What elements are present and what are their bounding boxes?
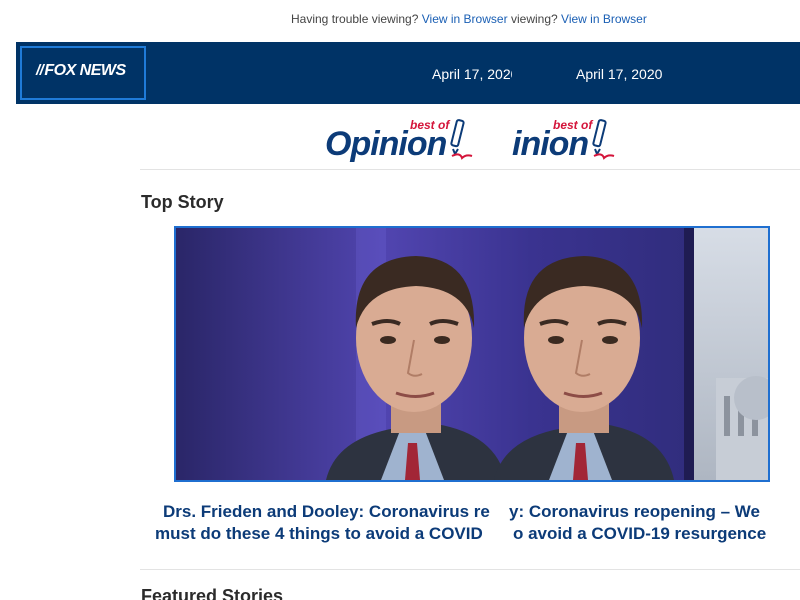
issue-date-duplicate: April 17, 2020 [576, 66, 663, 82]
top-story-headline-line2[interactable]: must do these 4 things to avoid a COVID … [140, 524, 800, 546]
doctor-portrait-image [176, 228, 768, 480]
best-of-tagline-duplicate: best of [553, 118, 593, 132]
headline-fragment-duplicate[interactable]: y: Coronavirus reopening – We [509, 502, 800, 522]
logo-wordmark: //FOX NEWS [36, 62, 126, 79]
pen-icon-duplicate [592, 119, 615, 160]
preheader-text: Having trouble viewing? [291, 12, 422, 26]
fox-news-logo[interactable]: //FOX NEWS [20, 46, 146, 100]
issue-date: April 17, 2020 [432, 66, 512, 82]
logo-slash-icon: // [36, 62, 44, 79]
best-of-tagline: best of [410, 118, 450, 132]
masthead: //FOX NEWS April 17, 2020 April 17, 2020 [16, 42, 800, 104]
pen-icon [450, 119, 473, 160]
top-story-image[interactable] [174, 226, 770, 482]
divider [140, 569, 800, 570]
preheader-segment: Having trouble viewing? View in Browser [291, 12, 513, 26]
view-in-browser-link[interactable]: View in Browser [422, 12, 508, 26]
featured-stories-heading: Featured Stories [141, 586, 284, 600]
divider [140, 169, 800, 170]
preheader: Having trouble viewing? View in Browser … [0, 12, 800, 30]
preheader-text-duplicate: viewing? [511, 12, 562, 26]
best-of-opinion-logo-duplicate: inion best of [510, 112, 622, 168]
preheader-segment-duplicate: viewing? View in Browser [511, 12, 671, 26]
top-story-heading: Top Story [141, 192, 224, 212]
top-story-headline-line1[interactable]: Drs. Frieden and Dooley: Coronavirus re … [140, 502, 800, 524]
headline-fragment[interactable]: Drs. Frieden and Dooley: Coronavirus re [163, 502, 506, 522]
headline-fragment[interactable]: must do these 4 things to avoid a COVID [155, 524, 510, 544]
headline-fragment-duplicate[interactable]: o avoid a COVID-19 resurgence [513, 524, 800, 544]
view-in-browser-link-duplicate[interactable]: View in Browser [561, 12, 647, 26]
best-of-opinion-logo: Opinion best of [322, 112, 482, 168]
newsletter-banner: Opinion best of inion best of [0, 112, 800, 168]
